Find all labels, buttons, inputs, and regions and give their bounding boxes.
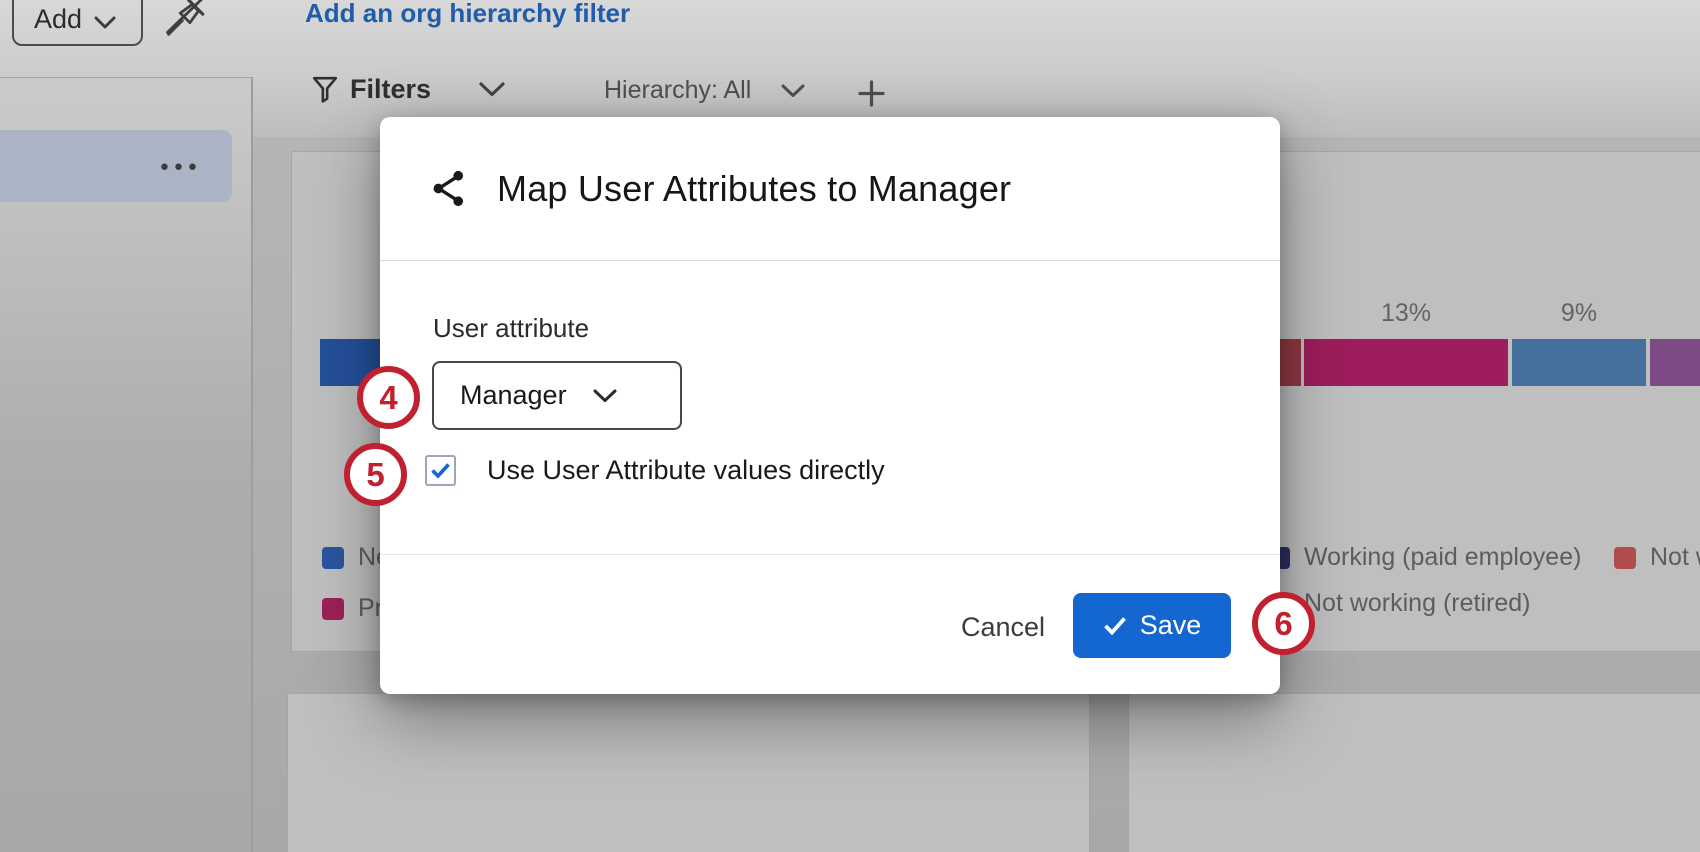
filters-menu[interactable]: Filters: [312, 74, 505, 105]
dialog-header: Map User Attributes to Manager: [380, 117, 1280, 260]
funnel-icon: [312, 76, 338, 103]
save-button[interactable]: Save: [1073, 593, 1231, 658]
checkbox-row: Use User Attribute values directly: [425, 455, 885, 486]
legend-swatch: [322, 598, 344, 620]
chevron-down-icon: [781, 84, 805, 98]
pin-slash-icon[interactable]: [160, 0, 207, 47]
map-user-attributes-dialog: Map User Attributes to Manager User attr…: [380, 117, 1280, 694]
save-button-label: Save: [1140, 610, 1202, 641]
bar-segment: [1512, 339, 1646, 386]
annotation-number: 6: [1274, 605, 1292, 643]
filters-label: Filters: [350, 74, 431, 105]
cancel-button[interactable]: Cancel: [945, 607, 1061, 647]
annotation-step-4: 4: [357, 366, 420, 429]
select-value: Manager: [460, 380, 567, 411]
dialog-title: Map User Attributes to Manager: [497, 168, 1011, 210]
more-options-icon[interactable]: ●●●: [160, 158, 202, 175]
sidebar-selected-item[interactable]: ●●●: [0, 130, 232, 202]
check-icon: [430, 462, 451, 479]
bar-segment: [1304, 339, 1508, 386]
bar-value-label: 13%: [1304, 299, 1508, 328]
annotation-number: 4: [379, 379, 397, 417]
chevron-down-icon: [479, 82, 505, 97]
header-divider: [380, 260, 1280, 261]
use-values-checkbox[interactable]: [425, 455, 456, 486]
user-attribute-select[interactable]: Manager: [432, 361, 682, 430]
widget-card-bottom-right: [1128, 693, 1700, 852]
widget-card-bottom-left: [287, 693, 1090, 852]
annotation-step-6: 6: [1252, 592, 1315, 655]
footer-divider: [380, 554, 1280, 555]
legend-item: Working (paid employee): [1268, 543, 1581, 572]
add-filter-button[interactable]: [858, 80, 885, 112]
legend-label: Not w: [1650, 543, 1700, 572]
annotation-step-5: 5: [344, 443, 407, 506]
use-values-label: Use User Attribute values directly: [487, 455, 885, 486]
plus-icon: [858, 80, 885, 107]
add-button[interactable]: Add: [12, 0, 143, 46]
legend-swatch: [322, 547, 344, 569]
bar-segment: [1650, 339, 1700, 386]
check-icon: [1103, 616, 1127, 635]
annotation-number: 5: [366, 456, 384, 494]
add-button-label: Add: [34, 4, 82, 35]
bar-value-label: 9%: [1512, 299, 1646, 328]
share-icon: [432, 170, 466, 207]
chevron-down-icon: [593, 389, 617, 403]
app-screen: ●●● Add Add an org hierarchy filter Filt…: [0, 0, 1700, 852]
hierarchy-filter-label: Hierarchy: All: [604, 76, 751, 105]
chevron-down-icon: [94, 16, 116, 29]
user-attribute-label: User attribute: [433, 313, 589, 344]
org-hierarchy-filter-link[interactable]: Add an org hierarchy filter: [305, 0, 630, 29]
legend-item: Not w: [1614, 543, 1700, 572]
legend-label: Not working (retired): [1304, 589, 1530, 618]
hierarchy-filter[interactable]: Hierarchy: All: [604, 76, 805, 105]
legend-item: Pr: [322, 594, 383, 623]
legend-label: Working (paid employee): [1304, 543, 1581, 572]
legend-swatch: [1614, 547, 1636, 569]
